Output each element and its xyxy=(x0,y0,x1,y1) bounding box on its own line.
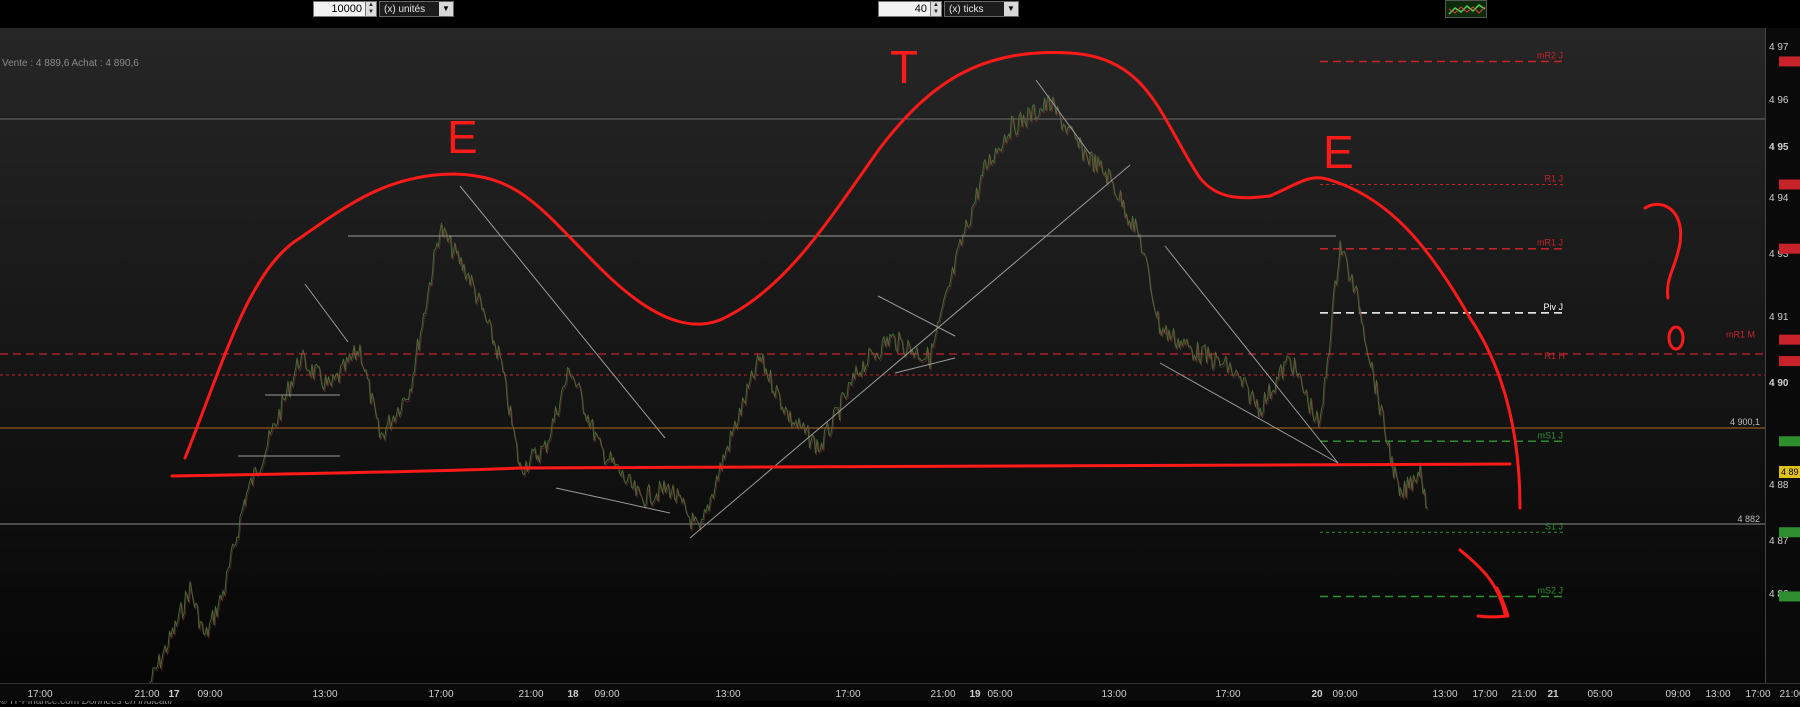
level-badge xyxy=(1779,436,1800,447)
y-tick-label: 4 97 xyxy=(1769,42,1789,53)
level-label: mR1 M xyxy=(1726,330,1755,340)
time-axis-canvas: 17:00 21:00 17 09:00 13:00 17:00 21:00 18 09:00 1… xyxy=(27,689,1800,700)
x-tick-label: 21 xyxy=(1547,689,1559,700)
level-badge xyxy=(1779,179,1800,190)
bid-ask-quote: Vente : 4 889,6 Achat : 4 890,6 xyxy=(2,58,139,69)
level-badge xyxy=(1779,527,1800,538)
price-axis[interactable]: 4 97 4 96 4 95 4 94 4 93 4 91 4 90 4 88 4 87 4 86… xyxy=(1765,28,1800,683)
stepper-down-icon[interactable]: ▼ xyxy=(366,9,376,16)
chevron-down-icon[interactable]: ▼ xyxy=(439,2,453,16)
x-tick-label: 21:00 xyxy=(518,689,543,700)
x-tick-label: 05:00 xyxy=(1587,689,1612,700)
x-tick-label: 13:00 xyxy=(1705,689,1730,700)
y-tick-label: 4 90 xyxy=(1769,378,1789,389)
y-tick-label: 4 96 xyxy=(1769,95,1789,106)
level-badge xyxy=(1779,334,1800,345)
y-tick-label: 4 95 xyxy=(1769,142,1789,153)
x-tick-label: 09:00 xyxy=(197,689,222,700)
x-tick-label: 13:00 xyxy=(1101,689,1126,700)
chart-canvas[interactable]: mR2 J R1 J mR1 J Piv J mR1 M R1 H mS1 J S1 J mS2… xyxy=(0,28,1765,686)
level-label: mS1 J xyxy=(1537,430,1563,440)
x-tick-label: 09:00 xyxy=(1665,689,1690,700)
x-tick-label: 17:00 xyxy=(1472,689,1497,700)
levels-group: mR2 J R1 J mR1 J Piv J mR1 M R1 H mS1 J S1 J mS2… xyxy=(1320,50,1755,598)
level-label: R1 J xyxy=(1544,174,1563,184)
x-tick-label: 17:00 xyxy=(835,689,860,700)
price-axis-canvas: 4 974 964 954 944 934 914 904 884 874 86… xyxy=(1769,42,1800,602)
stepper-up-icon[interactable]: ▲ xyxy=(931,2,941,9)
x-tick-label: 20 xyxy=(1311,689,1323,700)
annotation-letter-e-right: E xyxy=(1323,126,1354,178)
indicator-icon[interactable] xyxy=(1445,0,1487,18)
x-tick-label: 17:00 xyxy=(27,689,52,700)
x-tick-label: 13:00 xyxy=(312,689,337,700)
x-tick-label: 21:00 xyxy=(134,689,159,700)
indicator-icon-graphic xyxy=(1448,4,1486,15)
price-label: 4 882 xyxy=(1737,514,1760,524)
ticks-select-label: (x) ticks xyxy=(949,3,984,15)
units-input[interactable]: 10000 xyxy=(313,1,366,17)
x-tick-label: 13:00 xyxy=(1432,689,1457,700)
x-tick-label: 17:00 xyxy=(1215,689,1240,700)
level-label: Piv J xyxy=(1543,302,1563,312)
level-badge xyxy=(1779,56,1800,67)
level-badge xyxy=(1779,356,1800,367)
level-badge xyxy=(1779,591,1800,602)
x-tick-label: 05:00 xyxy=(987,689,1012,700)
ticks-stepper[interactable]: ▲ ▼ xyxy=(931,1,942,17)
x-tick-label: 17 xyxy=(168,689,180,700)
hand-drawn-annotations xyxy=(170,51,1685,619)
y-tick-label: 4 88 xyxy=(1769,480,1789,491)
annotation-letter-t: T xyxy=(890,41,918,93)
price-line-up xyxy=(149,94,1428,684)
current-price-label: 4 89 xyxy=(1781,467,1799,477)
annotation-letter-e-left: E xyxy=(447,111,478,163)
x-tick-label: 21:00 xyxy=(930,689,955,700)
toolbar: 10000 ▲ ▼ (x) unités ▼ 40 ▲ ▼ (x) ticks … xyxy=(0,0,1800,29)
ticks-select[interactable]: (x) ticks ▼ xyxy=(944,1,1019,17)
level-label: mS2 J xyxy=(1537,585,1563,595)
x-tick-label: 17:00 xyxy=(1745,689,1770,700)
level-badge xyxy=(1779,243,1800,254)
stepper-up-icon[interactable]: ▲ xyxy=(366,2,376,9)
x-tick-label: 21:00 xyxy=(1511,689,1536,700)
x-tick-label: 17:00 xyxy=(428,689,453,700)
x-tick-label: 18 xyxy=(567,689,579,700)
x-tick-label: 09:00 xyxy=(594,689,619,700)
ticks-control: 40 ▲ ▼ (x) ticks ▼ xyxy=(878,0,1019,18)
y-tick-label: 4 94 xyxy=(1769,193,1789,204)
units-stepper[interactable]: ▲ ▼ xyxy=(366,1,377,17)
units-select[interactable]: (x) unités ▼ xyxy=(379,1,454,17)
y-tick-label: 4 87 xyxy=(1769,536,1789,547)
ticks-input[interactable]: 40 xyxy=(878,1,931,17)
units-select-label: (x) unités xyxy=(384,3,426,15)
price-label: 4 900,1 xyxy=(1730,417,1760,427)
x-tick-label: 09:00 xyxy=(1332,689,1357,700)
units-control: 10000 ▲ ▼ (x) unités ▼ xyxy=(313,0,454,18)
price-series xyxy=(149,94,1429,686)
price-line-down xyxy=(150,96,1429,686)
stepper-down-icon[interactable]: ▼ xyxy=(931,9,941,16)
price-chart[interactable]: mR2 J R1 J mR1 J Piv J mR1 M R1 H mS1 J S1 J mS2… xyxy=(0,28,1765,707)
x-tick-label: 21:00 xyxy=(1779,689,1800,700)
time-axis[interactable]: 17:00 21:00 17 09:00 13:00 17:00 21:00 18 09:00 1… xyxy=(0,683,1800,701)
level-label: mR2 J xyxy=(1537,50,1563,60)
x-tick-label: 19 xyxy=(969,689,981,700)
level-label: S1 J xyxy=(1545,521,1563,531)
chevron-down-icon[interactable]: ▼ xyxy=(1004,2,1018,16)
level-label: R1 H xyxy=(1544,351,1565,361)
y-tick-label: 4 91 xyxy=(1769,312,1789,323)
level-label: mR1 J xyxy=(1537,238,1563,248)
trendlines xyxy=(238,79,1339,539)
annotation-letters: E T E xyxy=(447,41,1354,178)
x-tick-label: 13:00 xyxy=(715,689,740,700)
